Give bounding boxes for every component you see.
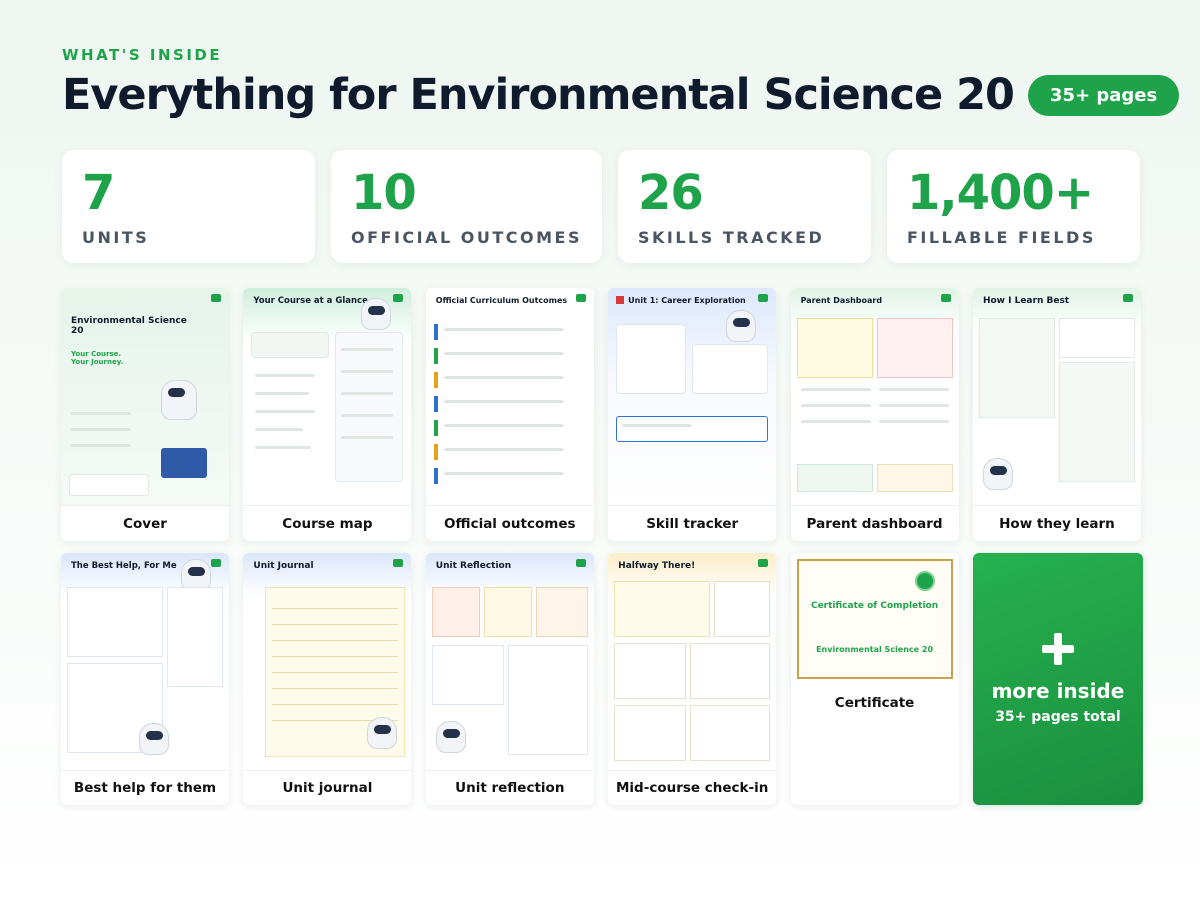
parent-dashboard-thumbnail: Parent Dashboard [790,288,959,506]
card-course-map[interactable]: Your Course at a Glance Course map [243,288,412,541]
thumb-title: Unit Journal [253,561,314,571]
qr-callout [69,474,149,496]
stat-label: SKILLS TRACKED [637,228,825,247]
thumb-title: How I Learn Best [982,296,1070,306]
thumb-title: Certificate of Completion [810,601,939,611]
robot-mascot-icon [982,458,1013,490]
eyebrow: WHAT'S INSIDE [62,46,223,64]
card-how-they-learn[interactable]: How I Learn Best How they learn [972,288,1141,541]
card-label: Unit reflection [455,780,565,796]
stat-units: 7 UNITS [62,150,315,263]
thumb-title: Environmental Science 20 [71,316,187,336]
card-mid-course[interactable]: Halfway There! Mid-course check-in [608,553,777,805]
books-icon [161,448,207,478]
certificate-frame: Certificate of Completion Environmental … [796,559,953,679]
thumb-title: Unit 1: Career Exploration [628,296,746,305]
robot-mascot-icon [367,717,398,749]
more-inside-card[interactable]: more inside 35+ pages total [972,553,1143,805]
card-label: How they learn [999,515,1115,532]
card-label: Best help for them [73,780,217,796]
card-skill-tracker[interactable]: Unit 1: Career Exploration Skill tracker [608,288,777,541]
award-medal-icon [914,571,935,591]
mid-course-thumbnail: Halfway There! [608,553,777,771]
stat-label: OFFICIAL OUTCOMES [351,228,582,247]
thumb-title: The Best Help, For Me [71,561,177,571]
plus-icon [1041,633,1074,665]
robot-mascot-icon [139,723,169,755]
page-title: Everything for Environmental Science 20 [62,70,1015,120]
card-label: Course map [282,515,373,532]
title-row: Everything for Environmental Science 20 … [62,70,1180,120]
thumb-title: Official Curriculum Outcomes [435,296,568,305]
certificate-thumbnail: Certificate of Completion Environmental … [790,553,959,685]
stat-outcomes: 10 OFFICIAL OUTCOMES [331,150,602,263]
stat-value: 10 [351,165,417,221]
card-official-outcomes[interactable]: Official Curriculum Outcomes Official ou… [425,288,594,541]
robot-mascot-icon [435,721,466,753]
card-cover[interactable]: Environmental Science 20 Your Course. Yo… [61,288,229,541]
card-label: Unit journal [282,780,373,796]
page-preview-grid: Environmental Science 20 Your Course. Yo… [61,288,1143,805]
thumb-tagline: Your Course. Your Journey. [71,350,124,366]
card-label: Certificate [834,695,915,711]
thumb-title: Your Course at a Glance [253,296,368,306]
stat-skills: 26 SKILLS TRACKED [617,150,871,263]
cover-thumbnail: Environmental Science 20 Your Course. Yo… [61,288,229,506]
card-label: Mid-course check-in [615,780,769,796]
card-best-help[interactable]: The Best Help, For Me Best help for them [61,553,229,805]
thumb-title: Parent Dashboard [800,296,883,305]
skill-tracker-thumbnail: Unit 1: Career Exploration [608,288,777,506]
pages-badge: 35+ pages [1027,74,1180,116]
best-help-thumbnail: The Best Help, For Me [61,553,229,771]
more-title: more inside [991,679,1125,703]
more-subtitle: 35+ pages total [995,709,1121,725]
card-certificate[interactable]: Certificate of Completion Environmental … [790,553,959,805]
card-unit-journal[interactable]: Unit Journal Unit journal [243,553,412,805]
unit-reflection-thumbnail: Unit Reflection [425,553,594,771]
thumb-title: Unit Reflection [435,561,512,571]
stat-fields: 1,400+ FILLABLE FIELDS [886,150,1140,263]
stat-label: UNITS [82,228,150,247]
outcomes-thumbnail: Official Curriculum Outcomes [425,288,594,506]
robot-mascot-icon [361,298,392,330]
stats-row: 7 UNITS 10 OFFICIAL OUTCOMES 26 SKILLS T… [62,150,1140,263]
stat-value: 1,400+ [906,165,1094,221]
robot-mascot-icon [726,310,757,342]
card-label: Skill tracker [646,515,739,532]
card-label: Official outcomes [444,515,576,532]
unit-journal-thumbnail: Unit Journal [243,553,412,771]
card-label: Parent dashboard [806,515,943,532]
stat-value: 7 [82,165,115,221]
card-label: Cover [123,515,167,532]
thumb-title: Halfway There! [618,561,696,571]
course-map-thumbnail: Your Course at a Glance [243,288,412,506]
how-they-learn-thumbnail: How I Learn Best [972,288,1141,506]
stat-label: FILLABLE FIELDS [906,228,1096,247]
card-unit-reflection[interactable]: Unit Reflection Unit reflection [425,553,594,805]
header: WHAT'S INSIDE Everything for Environment… [62,46,1180,120]
stat-value: 26 [637,165,704,221]
card-parent-dashboard[interactable]: Parent Dashboard Parent dashboard [790,288,959,541]
robot-mascot-icon [161,380,197,420]
thumb-subtitle: Environmental Science 20 [816,645,934,654]
